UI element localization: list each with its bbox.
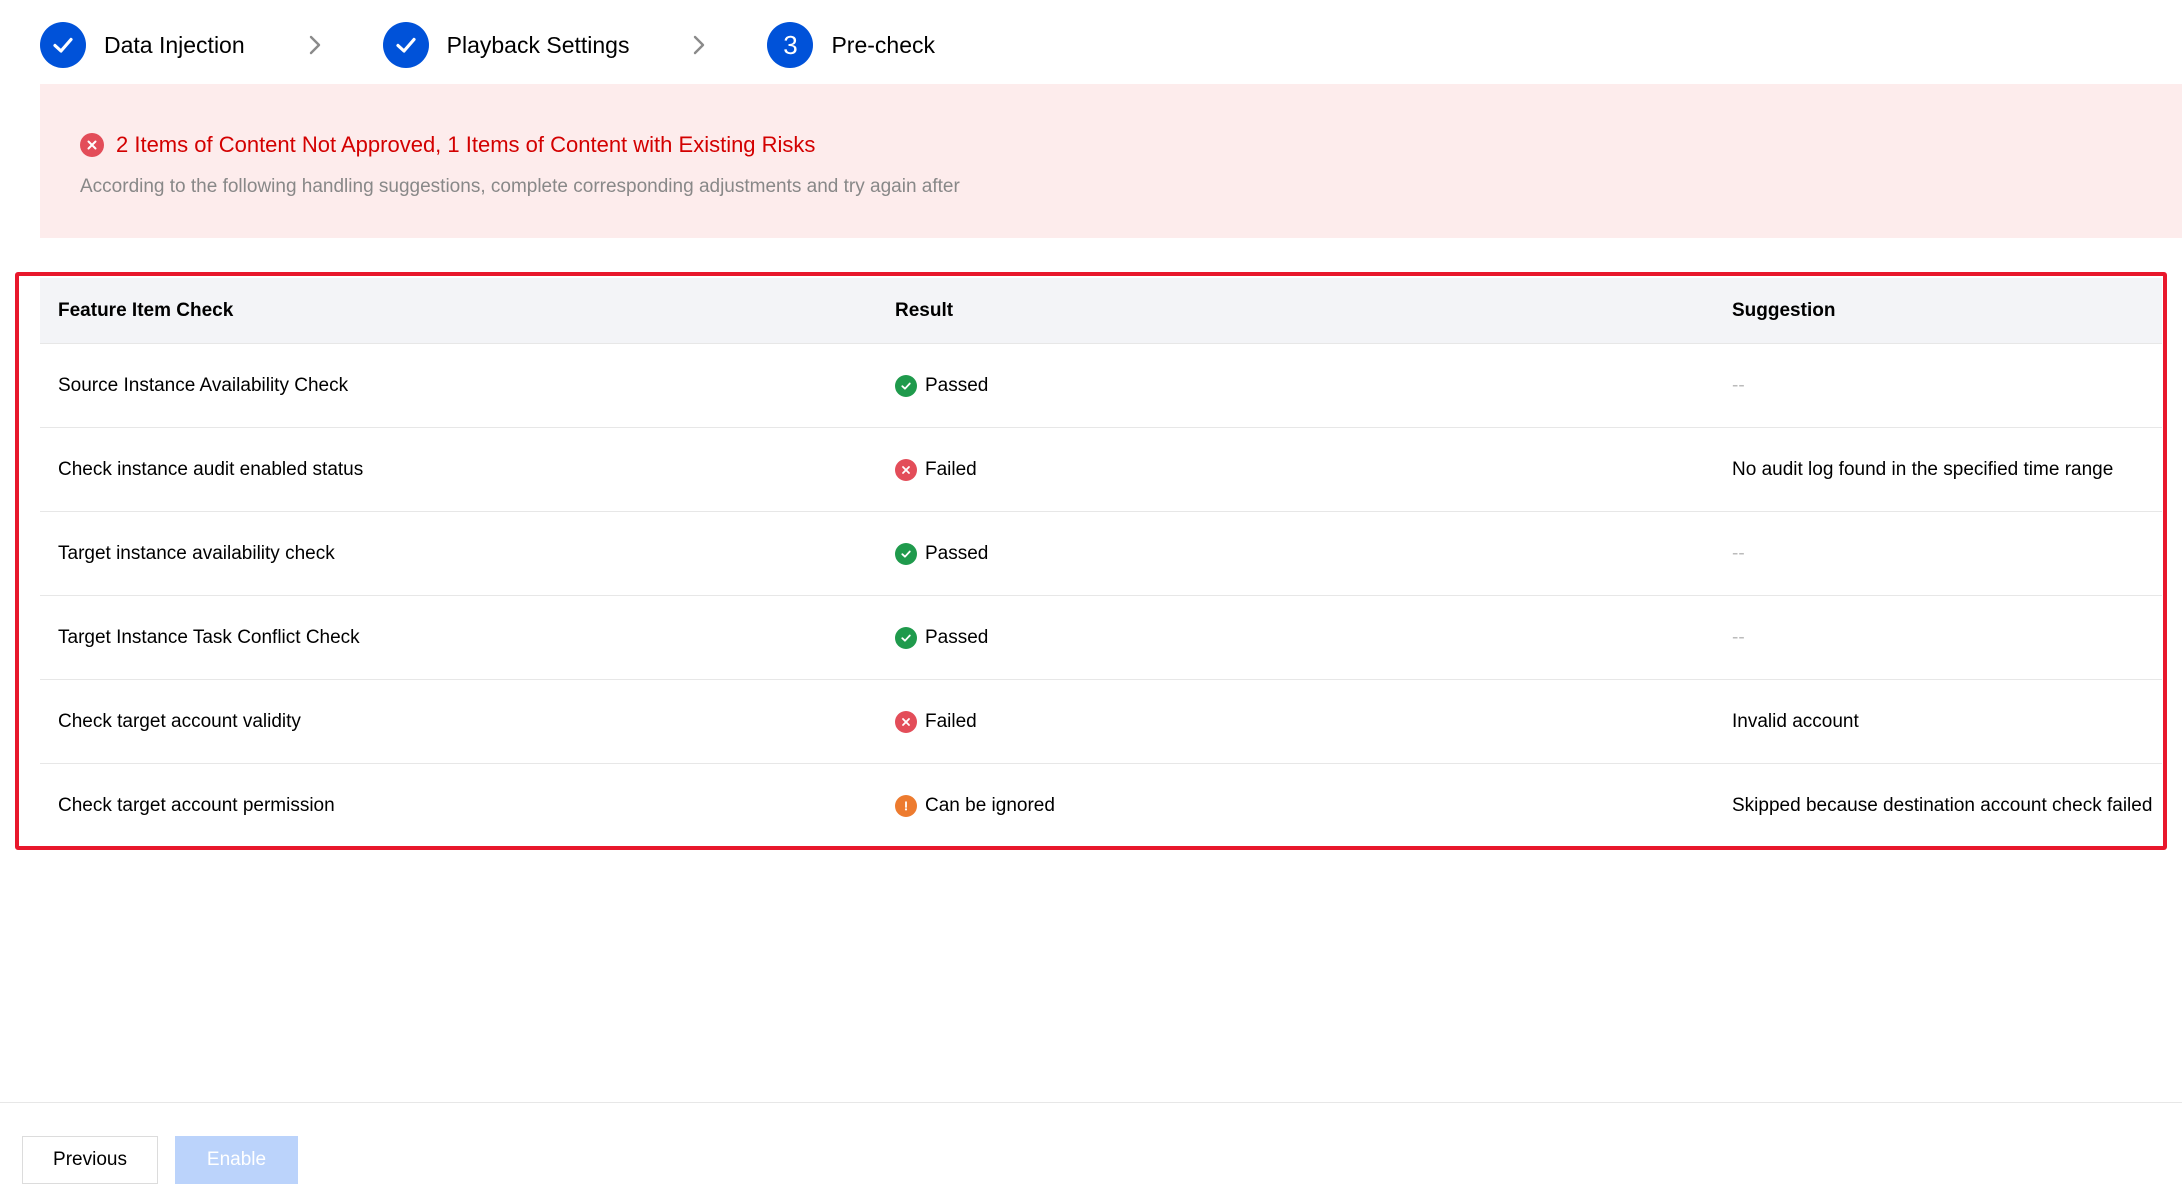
suggestion-text: -- — [1732, 626, 1745, 648]
enable-button[interactable]: Enable — [175, 1136, 298, 1184]
check-name: Target instance availability check — [58, 542, 335, 564]
step-data-injection[interactable]: Data Injection — [40, 22, 245, 68]
precheck-page: Data Injection Playback Settings 3 Pre-c… — [0, 0, 2182, 1204]
result-cell: Passed — [877, 374, 1714, 397]
warning-circle-icon — [895, 795, 917, 817]
step-pre-check[interactable]: 3 Pre-check — [767, 22, 935, 68]
step-label: Pre-check — [831, 31, 936, 58]
suggestion-text: -- — [1732, 542, 1745, 564]
table-header-row: Feature Item Check Result Suggestion — [40, 278, 2162, 344]
error-circle-icon — [895, 710, 917, 733]
check-name: Source Instance Availability Check — [58, 374, 349, 396]
alert-title: 2 Items of Content Not Approved, 1 Items… — [116, 132, 816, 157]
result-cell: Failed — [877, 458, 1714, 481]
check-name: Check target account permission — [58, 795, 335, 816]
error-alert: 2 Items of Content Not Approved, 1 Items… — [40, 84, 2182, 238]
check-circle-icon — [895, 542, 917, 565]
result-cell: Passed — [877, 542, 1714, 565]
table-row: Source Instance Availability Check Passe… — [40, 344, 2162, 428]
table-row: Check instance audit enabled status Fail… — [40, 428, 2162, 512]
result-text: Passed — [925, 542, 989, 564]
step-label: Data Injection — [104, 31, 245, 58]
footer-divider — [0, 1102, 2182, 1103]
chevron-right-icon — [687, 33, 711, 57]
result-text: Passed — [925, 374, 989, 396]
step-label: Playback Settings — [446, 31, 630, 58]
check-circle-icon — [895, 626, 917, 649]
error-circle-icon — [80, 133, 104, 157]
step-number-badge: 3 — [767, 22, 814, 68]
table-row: Target instance availability check Passe… — [40, 512, 2162, 596]
suggestion-text: No audit log found in the specified time… — [1732, 458, 2114, 480]
result-text: Passed — [925, 626, 989, 648]
column-header-feature-item-check: Feature Item Check — [58, 299, 234, 321]
stepper: Data Injection Playback Settings 3 Pre-c… — [40, 20, 935, 70]
alert-description: According to the following handling sugg… — [80, 176, 960, 197]
chevron-right-icon — [303, 33, 327, 57]
step-check-icon — [40, 22, 86, 68]
check-name: Check instance audit enabled status — [58, 458, 364, 480]
result-cell: Failed — [877, 710, 1714, 733]
check-name: Check target account validity — [58, 710, 301, 732]
table-row: Check target account permission Can be i… — [40, 764, 2162, 848]
result-text: Can be ignored — [925, 795, 1055, 816]
step-playback-settings[interactable]: Playback Settings — [382, 22, 630, 68]
suggestion-text: Invalid account — [1732, 710, 1859, 732]
error-circle-icon — [895, 458, 917, 481]
result-cell: Can be ignored — [877, 795, 1714, 817]
check-name: Target Instance Task Conflict Check — [58, 626, 360, 648]
alert-title-row: 2 Items of Content Not Approved, 1 Items… — [80, 132, 815, 158]
previous-button[interactable]: Previous — [22, 1136, 158, 1184]
precheck-table: Feature Item Check Result Suggestion Sou… — [40, 278, 2162, 848]
table-row: Check target account validity Failed Inv… — [40, 680, 2162, 764]
column-header-suggestion: Suggestion — [1732, 299, 1836, 321]
result-text: Failed — [925, 458, 977, 480]
column-header-result: Result — [895, 299, 954, 321]
step-check-icon — [382, 22, 429, 68]
suggestion-text: Skipped because destination account chec… — [1732, 795, 2153, 816]
check-circle-icon — [895, 374, 917, 397]
suggestion-text: -- — [1732, 374, 1745, 396]
result-cell: Passed — [877, 626, 1714, 649]
table-row: Target Instance Task Conflict Check Pass… — [40, 596, 2162, 680]
result-text: Failed — [925, 710, 977, 732]
